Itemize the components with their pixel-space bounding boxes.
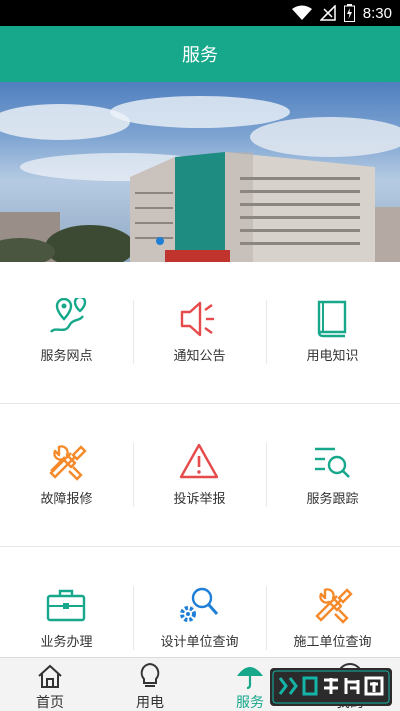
service-item-complaint[interactable]: 投诉举报 — [133, 405, 266, 547]
service-item-label: 用电知识 — [306, 349, 359, 364]
banner-carousel[interactable] — [0, 82, 400, 262]
nav-label: 用电 — [136, 695, 164, 711]
status-icons: 8:30 — [291, 3, 392, 23]
wifi-icon — [291, 5, 312, 20]
nav-home[interactable]: 首页 — [0, 658, 100, 711]
service-item-label: 服务跟踪 — [306, 492, 359, 507]
home-icon — [38, 664, 62, 688]
signal-icon — [319, 5, 336, 21]
lightbulb-icon — [140, 662, 160, 687]
search-list-icon — [315, 447, 350, 478]
grid-row: 故障报修 投诉举报 服务跟踪 — [0, 405, 400, 547]
banner-indicator-dot[interactable] — [155, 236, 165, 246]
service-item-label: 投诉举报 — [173, 492, 226, 507]
page-title: 服务 — [182, 45, 218, 66]
speaker-icon — [180, 301, 214, 337]
service-item-repair[interactable]: 故障报修 — [0, 405, 133, 547]
tools-icon — [315, 588, 353, 624]
book-icon — [317, 300, 347, 338]
gear-search-icon — [180, 587, 219, 622]
nav-label: 首页 — [36, 695, 64, 711]
service-item-label: 通知公告 — [173, 349, 226, 364]
grid-row: 服务网点 通知公告 用电知识 — [0, 262, 400, 404]
service-item-notices[interactable]: 通知公告 — [133, 262, 266, 404]
grid-row: 业务办理 设计单位查询 施工单位查询 — [0, 548, 400, 658]
service-item-label: 设计单位查询 — [160, 635, 239, 650]
nav-electricity[interactable]: 用电 — [100, 658, 200, 711]
status-time: 8:30 — [362, 4, 392, 22]
battery-icon — [343, 4, 355, 22]
service-item-outlets[interactable]: 服务网点 — [0, 262, 133, 404]
app-bar: 服务 — [0, 26, 400, 82]
watermark-logo — [270, 668, 392, 706]
tools-icon — [49, 445, 87, 481]
service-item-label: 服务网点 — [40, 349, 93, 364]
banner-image — [0, 96, 400, 262]
service-item-label: 业务办理 — [40, 635, 93, 650]
warning-icon — [179, 443, 219, 479]
umbrella-icon — [237, 667, 263, 690]
location-pin-icon — [50, 298, 87, 333]
service-item-tracking[interactable]: 服务跟踪 — [266, 405, 399, 547]
service-item-label: 施工单位查询 — [293, 635, 372, 650]
service-item-knowledge[interactable]: 用电知识 — [266, 262, 399, 404]
briefcase-icon — [46, 589, 86, 622]
status-bar: 8:30 — [0, 0, 400, 26]
service-item-label: 故障报修 — [40, 492, 93, 507]
